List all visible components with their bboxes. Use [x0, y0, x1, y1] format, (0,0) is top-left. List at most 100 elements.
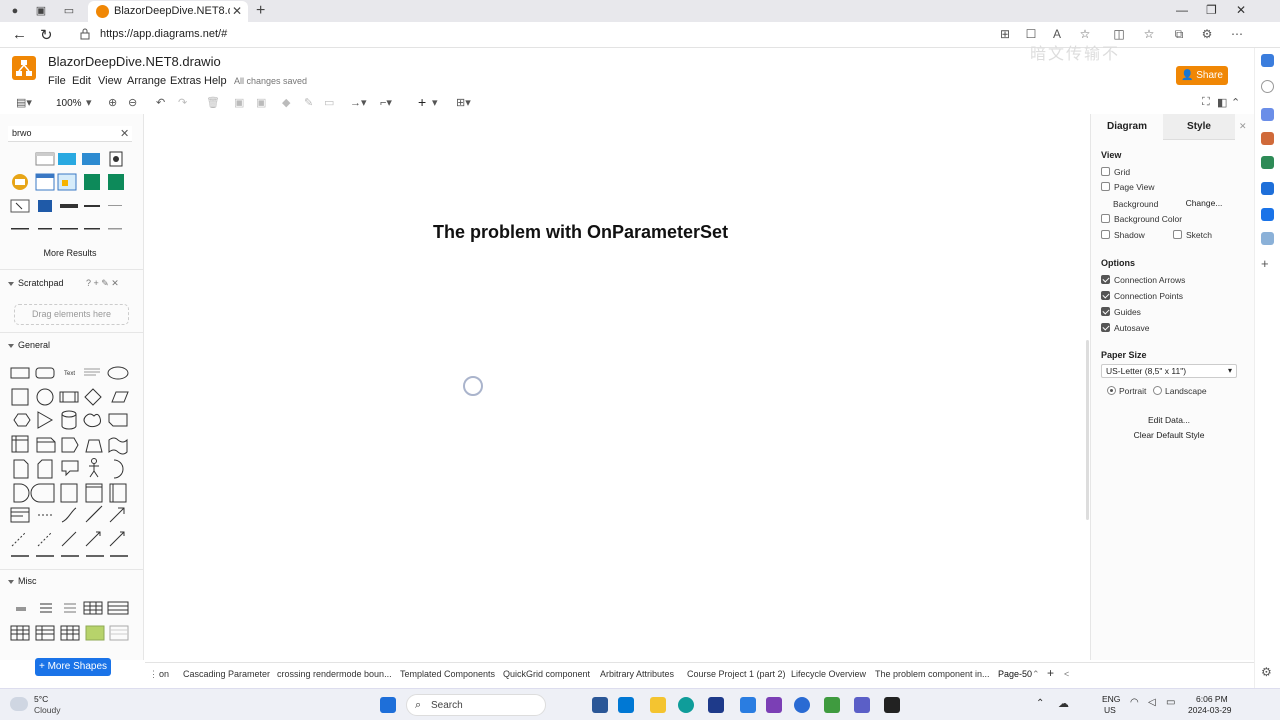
window-close-icon[interactable]: ✕ [1236, 3, 1246, 17]
redo-icon[interactable]: ↷ [178, 96, 187, 109]
tray-overflow-icon[interactable]: ⌃ [1036, 698, 1044, 709]
menu-edit[interactable]: Edit [72, 75, 91, 87]
format-panel-toggle-icon[interactable]: ▤▾ [16, 96, 32, 109]
terminal-icon[interactable] [708, 697, 724, 713]
general-shapes-grid[interactable]: Text [8, 360, 132, 560]
outlook-app-icon[interactable] [618, 697, 634, 713]
add-page-icon[interactable]: + [1047, 666, 1054, 680]
scratchpad-actions[interactable]: ? + ✎ ✕ [86, 278, 119, 289]
menu-file[interactable]: File [48, 75, 66, 87]
split-screen-icon[interactable]: ◫ [1112, 27, 1126, 41]
table-icon[interactable]: ⊞▾ [456, 96, 471, 109]
menu-view[interactable]: View [98, 75, 122, 87]
menu-extras[interactable]: Extras [170, 75, 201, 87]
sidebar-settings-icon[interactable]: ⚙ [1261, 666, 1274, 679]
page-tab[interactable]: QuickGrid component [503, 669, 590, 679]
more-options-icon[interactable]: ⋯ [1230, 27, 1244, 41]
browser-icon[interactable] [794, 697, 810, 713]
zoom-out-icon[interactable]: ⊖ [128, 96, 137, 109]
format-panel-icon[interactable]: ◧ [1217, 96, 1227, 109]
cloud-sync-icon[interactable]: ☁ [1058, 697, 1069, 710]
workspaces-icon[interactable]: ▣ [34, 4, 48, 18]
undo-icon[interactable]: ↶ [156, 96, 165, 109]
document-name[interactable]: BlazorDeepDive.NET8.drawio [48, 54, 221, 69]
page-options-icon[interactable]: ⌃ [1032, 669, 1040, 680]
office-icon[interactable] [1261, 182, 1274, 195]
drop-icon[interactable] [1261, 232, 1274, 245]
shopping-icon[interactable] [1261, 132, 1274, 145]
profile-icon[interactable]: ● [8, 4, 22, 18]
weather-temperature[interactable]: 5°C [34, 694, 48, 704]
extensions-icon[interactable]: ⚙ [1200, 27, 1214, 41]
battery-icon[interactable]: ▭ [1166, 697, 1175, 708]
edit-data-button[interactable]: Edit Data... [1101, 413, 1237, 427]
page-tab[interactable]: The problem component in... [875, 669, 990, 679]
new-tab-icon[interactable]: + [256, 2, 265, 20]
command-prompt-icon[interactable] [884, 697, 900, 713]
edge-icon[interactable] [678, 697, 694, 713]
outlook-icon[interactable] [1261, 208, 1274, 221]
page-tab[interactable]: Templated Components [400, 669, 495, 679]
connection-icon[interactable]: →▾ [350, 96, 367, 109]
wifi-icon[interactable]: ◠ [1130, 697, 1139, 708]
diagram-title-text[interactable]: The problem with OnParameterSet [433, 222, 728, 243]
start-icon[interactable] [380, 697, 396, 713]
zoom-dropdown-icon[interactable]: ▾ [86, 96, 92, 109]
tab-diagram[interactable]: Diagram [1091, 114, 1163, 140]
to-back-icon[interactable]: ▣ [256, 96, 266, 109]
input-region[interactable]: US [1104, 705, 1116, 715]
games-icon[interactable] [1261, 156, 1274, 169]
refresh-icon[interactable]: ↻ [40, 26, 53, 44]
clock-date[interactable]: 2024-03-29 [1188, 705, 1231, 715]
menu-arrange[interactable]: Arrange [127, 75, 166, 87]
zoom-in-icon[interactable]: ⊕ [108, 96, 117, 109]
favorites-icon[interactable]: ☆ [1142, 27, 1156, 41]
clear-search-icon[interactable]: ✕ [120, 127, 129, 140]
grid-checkbox[interactable]: Grid [1101, 167, 1130, 179]
file-explorer-icon[interactable] [650, 697, 666, 713]
close-panel-icon[interactable]: ✕ [1239, 121, 1247, 132]
scroll-tabs-icon[interactable]: < [1064, 669, 1069, 679]
sidebar-search-icon[interactable] [1261, 80, 1274, 93]
general-header[interactable]: General [8, 340, 50, 354]
line-color-icon[interactable]: ✎ [304, 96, 313, 109]
copilot-icon[interactable] [1261, 54, 1274, 67]
page-tab[interactable]: Lifecycle Overview [791, 669, 866, 679]
page-tab[interactable]: Arbitrary Attributes [600, 669, 674, 679]
visual-studio-icon[interactable] [766, 697, 782, 713]
guides-checkbox[interactable]: Guides [1101, 307, 1141, 319]
minimize-icon[interactable]: — [1176, 3, 1188, 17]
insert-icon[interactable]: + [418, 94, 426, 110]
delete-icon[interactable]: 🗑 [206, 96, 220, 109]
waypoints-icon[interactable]: ⌐▾ [380, 96, 392, 109]
shadow-checkbox[interactable]: Shadow [1101, 230, 1145, 242]
notepad-icon[interactable] [824, 697, 840, 713]
connection-arrows-checkbox[interactable]: Connection Arrows [1101, 275, 1185, 287]
taskbar-search[interactable]: ⌕ Search [406, 694, 546, 716]
connection-points-checkbox[interactable]: Connection Points [1101, 291, 1183, 303]
landscape-radio[interactable]: Landscape [1153, 386, 1207, 396]
zoom-level[interactable]: 100% [56, 98, 82, 109]
immersive-reader-icon[interactable]: A [1050, 27, 1064, 41]
page-tab[interactable]: on [159, 669, 169, 679]
page-tab-active[interactable]: Page-50 [998, 669, 1032, 679]
page-tab[interactable]: Course Project 1 (part 2) [687, 669, 786, 679]
to-front-icon[interactable]: ▣ [234, 96, 244, 109]
app-available-icon[interactable]: ⊞ [998, 27, 1012, 41]
close-tab-icon[interactable]: ✕ [232, 4, 242, 18]
more-results-button[interactable]: More Results [20, 245, 120, 261]
page-menu-icon[interactable]: ⋮ [149, 669, 158, 680]
back-icon[interactable]: ← [12, 26, 27, 43]
misc-shapes-grid[interactable] [8, 598, 132, 648]
search-result-shapes[interactable] [8, 150, 132, 234]
shape-search-input[interactable]: brwo [8, 126, 132, 142]
teams-chat-icon[interactable] [854, 697, 870, 713]
collections-icon[interactable]: ⧉ [1172, 27, 1186, 41]
fullscreen-icon[interactable]: ⛶ [1202, 96, 1210, 109]
tab-actions-icon[interactable]: ▭ [62, 4, 76, 18]
teams-icon[interactable] [592, 697, 608, 713]
lock-icon[interactable] [80, 28, 90, 40]
canvas-scrollbar[interactable] [1086, 340, 1089, 520]
page-tab[interactable]: crossing rendermode boun... [277, 669, 392, 679]
scratchpad-dropzone[interactable]: Drag elements here [14, 304, 129, 325]
